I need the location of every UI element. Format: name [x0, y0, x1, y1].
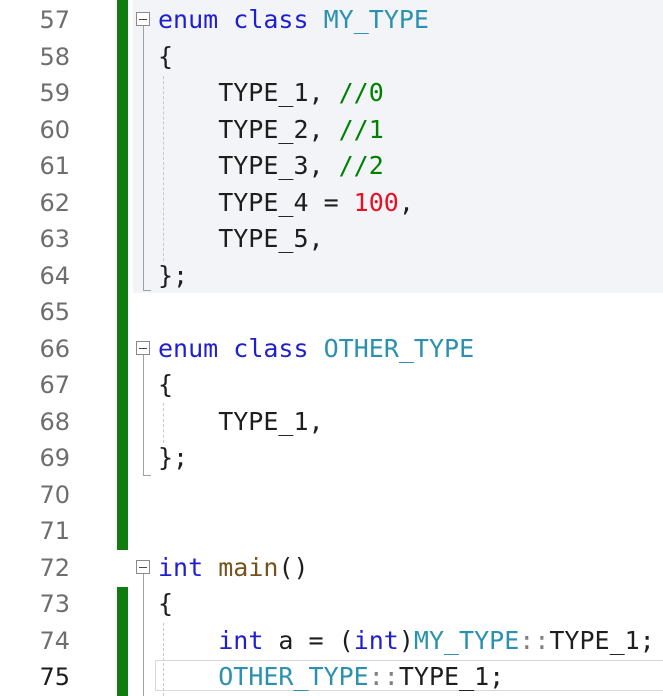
line-number: 63 [39, 225, 70, 253]
code-text[interactable]: TYPE_1, //0 [158, 75, 384, 112]
code-text[interactable]: TYPE_1, [158, 404, 324, 441]
code-text[interactable]: int main() [158, 550, 309, 587]
code-line[interactable]: 58 { [0, 39, 663, 76]
code-token: TYPE_1; [549, 625, 655, 655]
line-number: 67 [39, 371, 70, 399]
code-token: main [218, 552, 279, 582]
code-token: { [158, 41, 174, 71]
line-number: 64 [39, 261, 70, 290]
line-number: 75 [39, 663, 70, 691]
code-line[interactable]: 69}; [0, 440, 663, 477]
code-editor[interactable]: 57 enum class MY_TYPE 58{59 TYPE_1, //0 60 … [0, 0, 663, 696]
code-line[interactable]: 59 TYPE_1, //0 [0, 75, 663, 112]
line-number: 68 [39, 407, 70, 436]
code-token: int [158, 552, 204, 582]
code-line[interactable]: 66 enum class OTHER_TYPE [0, 331, 663, 368]
code-token: 100 [353, 187, 399, 217]
code-token: TYPE_1, [158, 406, 324, 436]
line-number: 59 [39, 79, 70, 107]
code-text[interactable]: { [158, 39, 173, 76]
code-token: int [353, 625, 399, 655]
code-text[interactable]: }; [158, 258, 188, 295]
code-token: OTHER_TYPE [218, 662, 369, 691]
code-token: :: [519, 625, 550, 655]
code-text[interactable]: }; [158, 440, 188, 477]
code-text[interactable]: OTHER_TYPE::TYPE_1; [158, 659, 504, 696]
line-number: 62 [39, 188, 70, 217]
code-line[interactable]: 65 [0, 294, 663, 331]
code-token: enum [158, 333, 219, 363]
line-number: 61 [39, 152, 70, 180]
code-text[interactable]: enum class MY_TYPE [158, 2, 429, 39]
code-line[interactable]: 64}; [0, 258, 663, 295]
code-token: MY_TYPE [323, 5, 429, 34]
code-line[interactable]: 62 TYPE_4 = 100, [0, 185, 663, 222]
line-number: 74 [39, 626, 70, 655]
code-text[interactable]: TYPE_3, //2 [158, 148, 384, 185]
code-line[interactable]: 75 OTHER_TYPE::TYPE_1; [0, 659, 663, 696]
code-token: class [233, 333, 309, 363]
line-number: 66 [39, 334, 70, 363]
line-number: 60 [39, 115, 70, 144]
code-token: //1 [338, 114, 384, 144]
code-token: TYPE_2, [158, 114, 339, 144]
code-token: //0 [338, 78, 384, 107]
code-text[interactable]: { [158, 586, 173, 623]
code-token: { [158, 589, 174, 618]
code-text[interactable]: enum class OTHER_TYPE [158, 331, 474, 368]
code-line[interactable]: 61 TYPE_3, //2 [0, 148, 663, 185]
code-text[interactable]: { [158, 367, 173, 404]
code-line[interactable]: 63 TYPE_5, [0, 221, 663, 258]
code-text[interactable]: TYPE_5, [158, 221, 324, 258]
code-token: MY_TYPE [413, 625, 520, 655]
code-token: TYPE_3, [158, 151, 339, 180]
code-token: TYPE_1; [398, 662, 505, 691]
code-token: OTHER_TYPE [323, 333, 475, 363]
line-number: 57 [39, 6, 70, 34]
code-token: }; [158, 443, 189, 472]
line-number: 58 [39, 42, 70, 71]
code-token: }; [158, 260, 189, 290]
code-token: enum [158, 5, 219, 34]
code-token: //2 [338, 151, 384, 180]
code-token: a = ( [263, 625, 354, 655]
code-line[interactable]: 74 int a = (int)MY_TYPE::TYPE_1; [0, 623, 663, 660]
code-text[interactable]: TYPE_4 = 100, [158, 185, 414, 222]
code-line[interactable]: 73 { [0, 586, 663, 623]
code-token: ) [398, 625, 414, 655]
line-number: 73 [39, 590, 70, 618]
code-line[interactable]: 67 { [0, 367, 663, 404]
code-token: () [278, 552, 309, 582]
code-token: TYPE_5, [158, 224, 324, 253]
code-token: TYPE_4 = [158, 187, 354, 217]
code-line[interactable]: 70 [0, 477, 663, 514]
code-line[interactable]: 72 int main() [0, 550, 663, 587]
code-token: int [218, 625, 264, 655]
code-text[interactable]: int a = (int)MY_TYPE::TYPE_1; [158, 623, 655, 660]
code-token: class [233, 5, 309, 34]
code-line[interactable]: 68 TYPE_1, [0, 404, 663, 441]
code-line[interactable]: 71 [0, 513, 663, 550]
code-line[interactable]: 60 TYPE_2, //1 [0, 112, 663, 149]
code-token: , [398, 187, 414, 217]
code-text[interactable]: TYPE_2, //1 [158, 112, 384, 149]
line-number: 71 [39, 517, 70, 545]
code-line[interactable]: 57 enum class MY_TYPE [0, 2, 663, 39]
line-number: 70 [39, 480, 70, 509]
line-number: 65 [39, 298, 70, 326]
code-token: TYPE_1, [158, 78, 339, 107]
line-number: 69 [39, 444, 70, 472]
code-token: { [158, 370, 174, 399]
code-token: :: [368, 662, 399, 691]
line-number: 72 [39, 553, 70, 582]
